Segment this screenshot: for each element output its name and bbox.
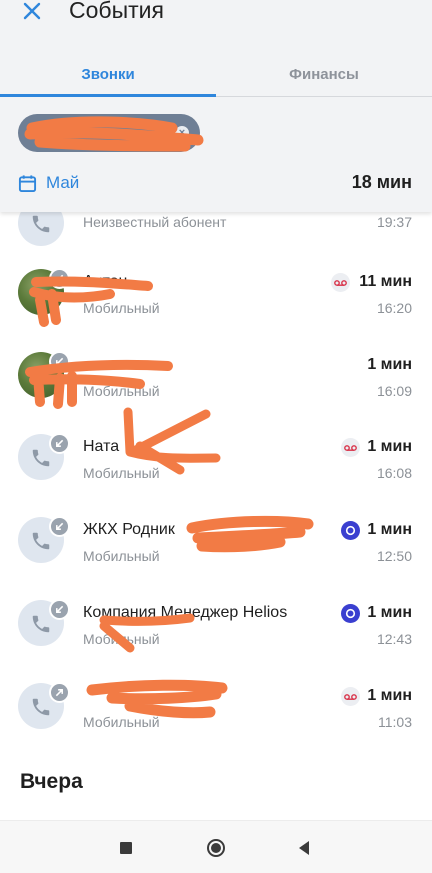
phone-icon bbox=[32, 449, 50, 467]
close-icon bbox=[23, 2, 41, 20]
month-label: Май bbox=[46, 173, 80, 192]
contact-name: Антон bbox=[83, 273, 128, 290]
call-time: 12:50 bbox=[376, 548, 412, 564]
voicemail-icon bbox=[341, 687, 360, 706]
voicemail-icon bbox=[341, 438, 360, 457]
call-time: 16:08 bbox=[376, 465, 412, 481]
call-row[interactable]: Ната Мобильный 1 мин 16:08 bbox=[0, 420, 432, 502]
call-duration: 1 мин bbox=[367, 604, 412, 621]
call-duration: 1 мин bbox=[367, 687, 412, 704]
avatar bbox=[18, 268, 70, 315]
total-duration: 18 мин bbox=[351, 172, 412, 192]
call-time: 16:20 bbox=[376, 300, 412, 316]
incoming-call-icon bbox=[49, 433, 70, 454]
contact-name: ЖКХ Родник bbox=[83, 521, 175, 538]
call-duration: 1 мин bbox=[367, 521, 412, 538]
phone-icon bbox=[32, 615, 50, 633]
call-subtitle: Неизвестный абонент bbox=[83, 214, 227, 230]
home-button[interactable] bbox=[204, 836, 228, 860]
filter-chip[interactable]: × bbox=[18, 114, 200, 152]
avatar bbox=[18, 516, 70, 563]
avatar bbox=[18, 351, 70, 398]
avatar bbox=[18, 682, 70, 729]
contact-name: Ната bbox=[83, 438, 120, 455]
call-duration: 1 мин bbox=[367, 438, 412, 455]
call-subtitle: Мобильный bbox=[83, 714, 160, 730]
incoming-call-icon bbox=[49, 268, 70, 289]
call-time: 16:09 bbox=[376, 383, 412, 399]
square-icon bbox=[120, 842, 132, 854]
call-row[interactable]: Мобильный 1 мин 11:03 bbox=[0, 669, 432, 751]
call-subtitle: Мобильный bbox=[83, 383, 160, 399]
call-row[interactable]: Мобильный 1 мин 16:09 bbox=[0, 338, 432, 420]
voicemail-icon bbox=[331, 273, 350, 292]
page-title: События bbox=[69, 0, 164, 23]
call-time: 11:03 bbox=[378, 714, 412, 730]
call-row[interactable]: ЖКХ Родник Мобильный 1 мин 12:50 bbox=[0, 503, 432, 585]
phone-icon bbox=[32, 215, 50, 233]
call-row[interactable]: Антон Мобильный 11 мин 16:20 bbox=[0, 255, 432, 337]
back-button[interactable] bbox=[292, 836, 316, 860]
incoming-call-icon bbox=[49, 599, 70, 620]
call-duration: 11 мин bbox=[359, 273, 412, 290]
call-subtitle: Мобильный bbox=[83, 548, 160, 564]
system-nav-bar bbox=[0, 820, 432, 873]
tab-calls[interactable]: Звонки bbox=[0, 52, 216, 96]
month-filter[interactable]: Май bbox=[18, 170, 79, 196]
incoming-call-icon bbox=[49, 516, 70, 537]
phone-icon bbox=[32, 532, 50, 550]
call-subtitle: Мобильный bbox=[83, 631, 160, 647]
call-time: 12:43 bbox=[376, 631, 412, 647]
events-header: События Звонки Финансы × Май 18 мин bbox=[0, 0, 432, 212]
call-row[interactable]: Компания Менеджер Helios Мобильный 1 мин… bbox=[0, 586, 432, 668]
avatar bbox=[18, 599, 70, 646]
back-triangle-icon bbox=[299, 841, 309, 855]
active-tab-indicator bbox=[0, 94, 216, 97]
incoming-call-icon bbox=[49, 351, 70, 372]
call-time: 19:37 bbox=[376, 214, 412, 230]
call-subtitle: Мобильный bbox=[83, 465, 160, 481]
contact-name: Компания Менеджер Helios bbox=[83, 604, 288, 621]
operator-icon bbox=[341, 521, 360, 540]
call-duration: 1 мин bbox=[367, 356, 412, 373]
clear-filter-icon[interactable]: × bbox=[175, 126, 189, 140]
phone-icon bbox=[32, 698, 50, 716]
outgoing-call-icon bbox=[49, 682, 70, 703]
home-circle-icon bbox=[207, 839, 225, 857]
recent-apps-button[interactable] bbox=[114, 836, 138, 860]
calendar-icon bbox=[18, 174, 37, 192]
tab-finance[interactable]: Финансы bbox=[216, 52, 432, 96]
section-header: Вчера bbox=[20, 770, 83, 793]
avatar bbox=[18, 433, 70, 480]
close-button[interactable] bbox=[14, 0, 50, 26]
operator-icon bbox=[341, 604, 360, 623]
tab-bar: Звонки Финансы bbox=[0, 52, 432, 97]
call-subtitle: Мобильный bbox=[83, 300, 160, 316]
